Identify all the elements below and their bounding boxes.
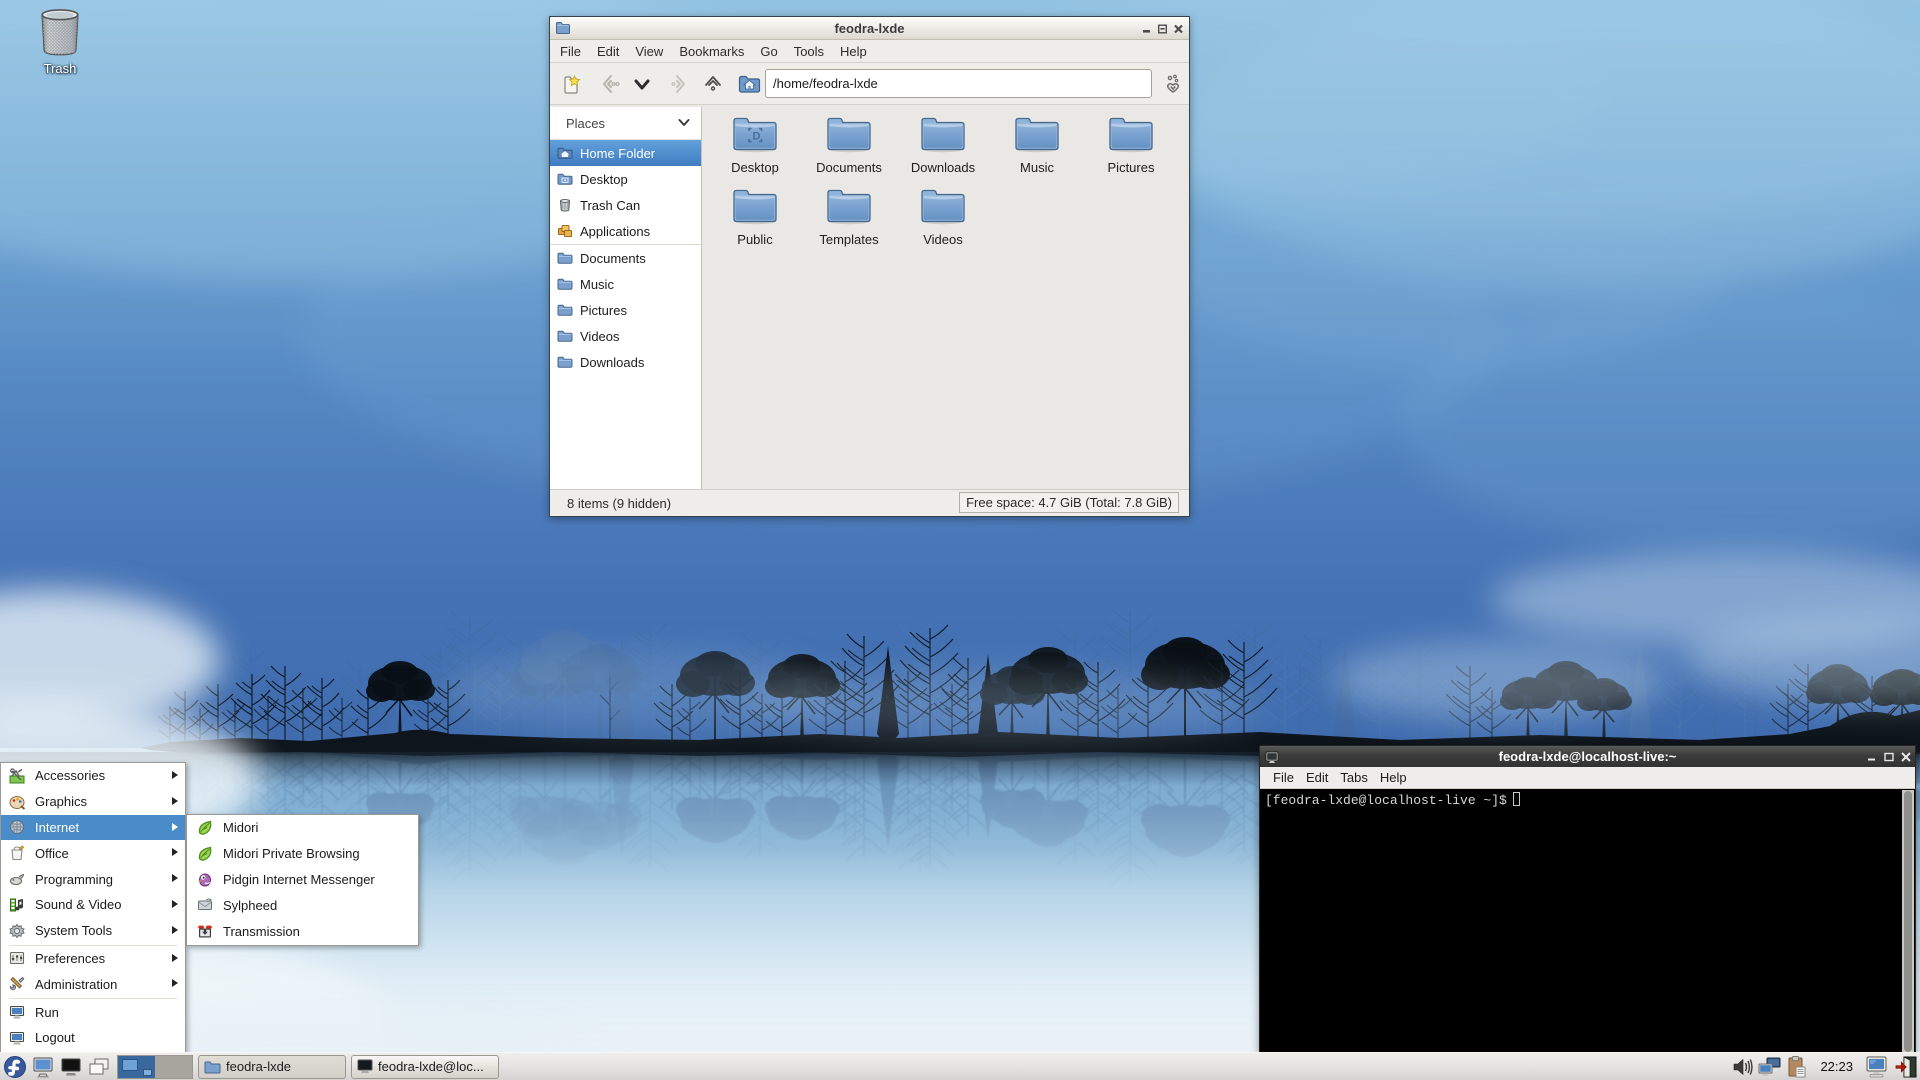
svg-text:D: D: [753, 131, 761, 143]
